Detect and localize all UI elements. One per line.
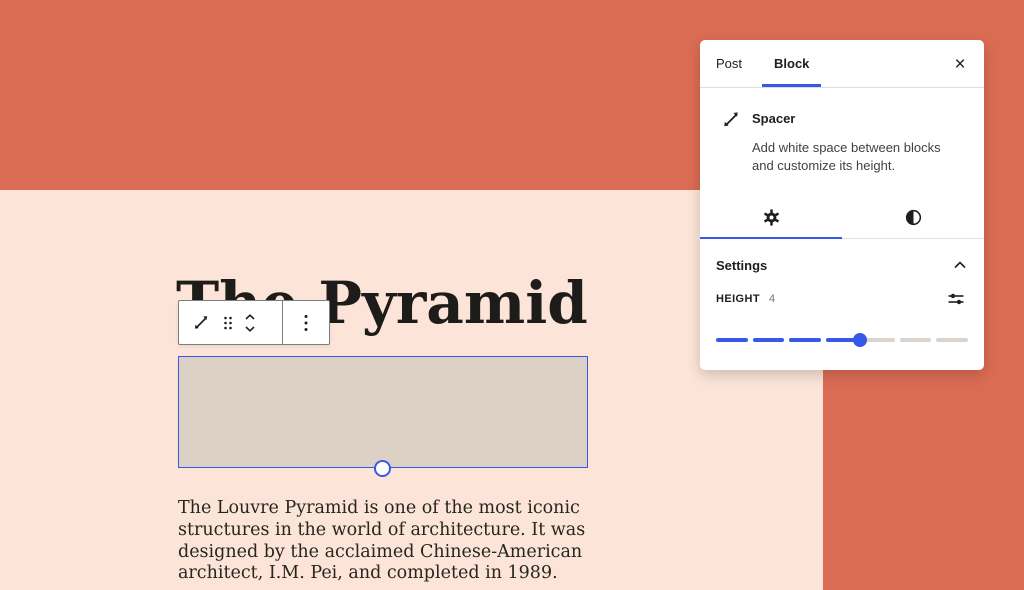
block-toolbar <box>178 300 330 345</box>
height-slider-thumb[interactable] <box>853 333 867 347</box>
kebab-menu-icon <box>303 313 309 333</box>
gear-icon <box>762 208 781 227</box>
block-toolbar-group <box>179 301 282 344</box>
height-options-button[interactable] <box>944 287 968 311</box>
half-circle-icon <box>904 208 923 227</box>
spacer-resize-icon <box>191 313 211 333</box>
height-label: HEIGHT <box>716 293 760 305</box>
move-up-down-icon <box>242 312 258 334</box>
options-button[interactable] <box>292 305 320 341</box>
tab-post[interactable]: Post <box>700 40 758 87</box>
drag-handle[interactable] <box>219 305 237 341</box>
paragraph-line: architect, I.M. Pei, and completed in 19… <box>178 563 585 585</box>
sliders-icon <box>947 290 965 308</box>
tab-block[interactable]: Block <box>758 40 825 87</box>
height-value: 4 <box>769 293 775 305</box>
tab-styles[interactable] <box>842 196 984 238</box>
chevron-up-icon <box>952 260 968 270</box>
drag-handle-icon <box>222 315 234 331</box>
block-inspector-panel: Post Block × Spacer Add white space betw… <box>700 40 984 370</box>
close-icon: × <box>954 55 965 74</box>
paragraph-line: The Louvre Pyramid is one of the most ic… <box>178 498 585 520</box>
settings-panel-header[interactable]: Settings <box>716 253 968 277</box>
spacer-resize-icon <box>720 108 743 196</box>
inspector-tabs: Post Block × <box>700 40 984 88</box>
inspector-icon-tabs <box>700 196 984 239</box>
spacer-resize-handle[interactable] <box>374 460 391 477</box>
block-card-description: Add white space between blocks and custo… <box>752 139 968 174</box>
spacer-block[interactable] <box>178 356 588 468</box>
paragraph-line: designed by the acclaimed Chinese-Americ… <box>178 542 585 564</box>
height-control-row: HEIGHT 4 <box>716 291 968 307</box>
tab-settings[interactable] <box>700 196 842 238</box>
height-slider-track[interactable] <box>716 333 968 347</box>
paragraph-line: structures in the world of architecture.… <box>178 520 585 542</box>
close-button[interactable]: × <box>948 52 972 76</box>
block-card: Spacer Add white space between blocks an… <box>700 88 984 196</box>
height-slider <box>716 333 968 347</box>
paragraph-block[interactable]: The Louvre Pyramid is one of the most ic… <box>178 498 585 585</box>
settings-title: Settings <box>716 258 767 273</box>
block-card-title: Spacer <box>752 108 968 126</box>
move-up-down-buttons[interactable] <box>241 305 259 341</box>
spacer-block-button[interactable] <box>187 305 215 341</box>
settings-section: Settings HEIGHT 4 <box>700 239 984 347</box>
